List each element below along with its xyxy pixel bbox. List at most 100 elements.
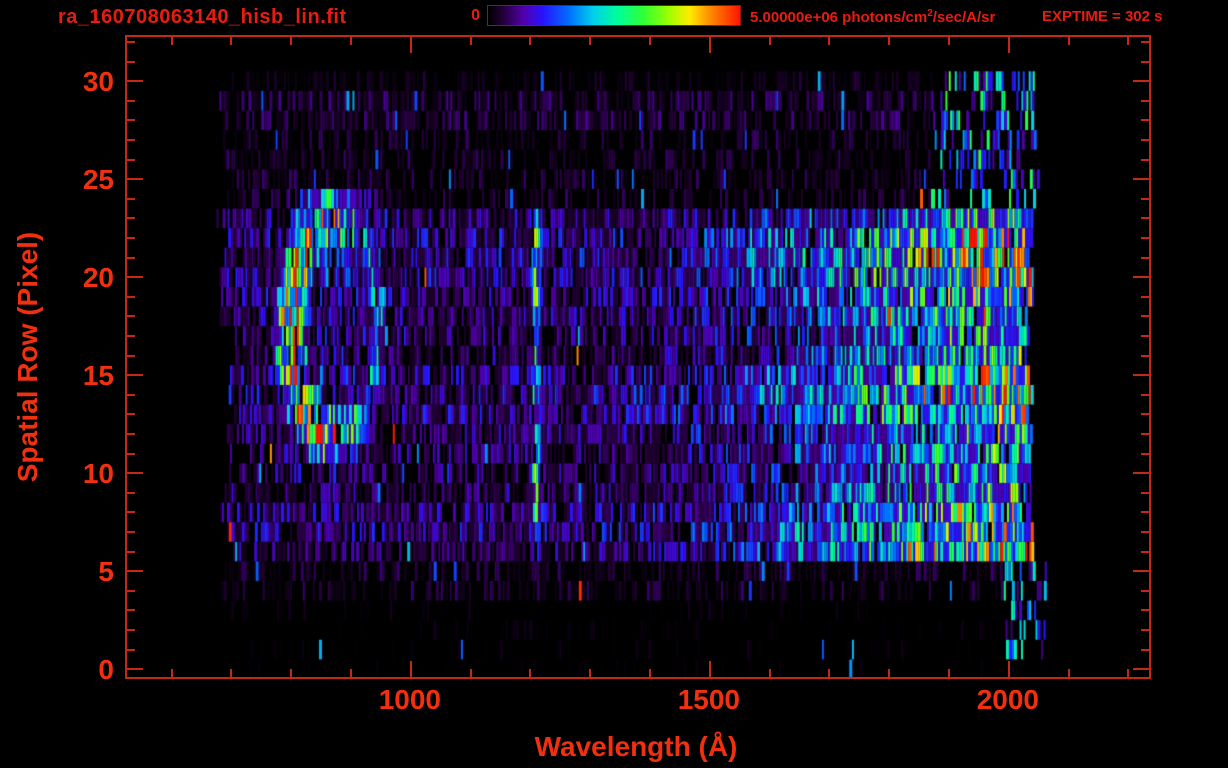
axis-tick bbox=[529, 669, 532, 677]
axis-tick bbox=[170, 669, 173, 677]
axis-tick bbox=[127, 432, 135, 435]
axis-tick bbox=[1141, 393, 1149, 396]
axis-tick bbox=[1141, 589, 1149, 592]
axis-tick bbox=[127, 648, 135, 651]
axis-tick bbox=[1141, 354, 1149, 357]
axis-tick bbox=[1133, 276, 1149, 279]
axis-tick bbox=[1141, 530, 1149, 533]
axis-tick bbox=[127, 197, 135, 200]
axis-tick bbox=[1007, 37, 1010, 53]
axis-tick bbox=[127, 628, 135, 631]
axis-tick bbox=[230, 37, 233, 45]
axis-tick bbox=[888, 669, 891, 677]
axis-tick bbox=[1141, 628, 1149, 631]
axis-tick bbox=[948, 669, 951, 677]
colorbar-max-label: 5.00000e+06 photons/cm2/sec/A/sr bbox=[750, 8, 995, 26]
colorbar-gradient bbox=[487, 5, 741, 26]
colorbar-min-label: 0 bbox=[471, 7, 480, 24]
axis-tick bbox=[290, 669, 293, 677]
axis-tick bbox=[350, 669, 353, 677]
axis-tick bbox=[708, 661, 711, 677]
y-tick-label: 25 bbox=[82, 164, 114, 196]
axis-tick bbox=[1141, 236, 1149, 239]
axis-tick bbox=[409, 37, 412, 53]
axis-tick bbox=[948, 37, 951, 45]
axis-tick bbox=[1141, 138, 1149, 141]
axis-tick bbox=[127, 80, 143, 83]
axis-tick bbox=[469, 37, 472, 45]
x-tick-label: 2000 bbox=[976, 684, 1039, 715]
axis-tick bbox=[1141, 99, 1149, 102]
exptime-label: EXPTIME = 302 s bbox=[1042, 8, 1163, 25]
axis-tick bbox=[1141, 334, 1149, 337]
axis-tick bbox=[127, 315, 135, 318]
file-title: ra_160708063140_hisb_lin.fit bbox=[58, 6, 347, 28]
axis-tick bbox=[589, 669, 592, 677]
axis-tick bbox=[1133, 80, 1149, 83]
axis-tick bbox=[1141, 648, 1149, 651]
axis-tick bbox=[1141, 197, 1149, 200]
axis-tick bbox=[127, 452, 135, 455]
axis-tick bbox=[1141, 40, 1149, 43]
plot-window: ra_160708063140_hisb_lin.fit 0 5.00000e+… bbox=[0, 0, 1228, 768]
axis-tick bbox=[1141, 609, 1149, 612]
spectral-image bbox=[127, 37, 1149, 677]
axis-tick bbox=[1133, 472, 1149, 475]
axis-tick bbox=[409, 661, 412, 677]
axis-tick bbox=[127, 276, 143, 279]
axis-tick bbox=[127, 178, 143, 181]
axis-tick bbox=[350, 37, 353, 45]
axis-tick bbox=[127, 138, 135, 141]
axis-tick bbox=[1133, 374, 1149, 377]
axis-tick bbox=[127, 354, 135, 357]
y-tick-label: 5 bbox=[98, 556, 114, 588]
axis-tick bbox=[1133, 570, 1149, 573]
axis-tick bbox=[649, 37, 652, 45]
axis-tick bbox=[127, 530, 135, 533]
axis-tick bbox=[127, 589, 135, 592]
axis-tick bbox=[1141, 452, 1149, 455]
axis-tick bbox=[589, 37, 592, 45]
y-tick-label: 15 bbox=[82, 360, 114, 392]
axis-tick bbox=[127, 609, 135, 612]
y-axis-title: Spatial Row (Pixel) bbox=[12, 231, 43, 483]
axis-tick bbox=[127, 334, 135, 337]
axis-tick bbox=[127, 40, 135, 43]
axis-tick bbox=[230, 669, 233, 677]
axis-tick bbox=[127, 413, 135, 416]
axis-tick bbox=[768, 669, 771, 677]
axis-tick bbox=[529, 37, 532, 45]
axis-tick bbox=[127, 236, 135, 239]
y-tick-label: 0 bbox=[98, 654, 114, 686]
axis-tick bbox=[1133, 178, 1149, 181]
axis-tick bbox=[290, 37, 293, 45]
plot-frame bbox=[125, 35, 1151, 679]
x-axis-title: Wavelength (Å) bbox=[534, 731, 738, 762]
axis-tick bbox=[1067, 37, 1070, 45]
colorbar-max-suffix: /sec/A/sr bbox=[932, 9, 996, 26]
axis-tick bbox=[127, 158, 135, 161]
axis-tick bbox=[1127, 669, 1130, 677]
axis-tick bbox=[708, 37, 711, 53]
axis-tick bbox=[170, 37, 173, 45]
x-tick-label: 1500 bbox=[677, 684, 740, 715]
y-tick-label: 20 bbox=[82, 262, 114, 294]
axis-tick bbox=[1141, 511, 1149, 514]
axis-tick bbox=[127, 295, 135, 298]
axis-tick bbox=[1141, 119, 1149, 122]
axis-tick bbox=[1141, 217, 1149, 220]
axis-tick bbox=[768, 37, 771, 45]
axis-tick bbox=[1007, 661, 1010, 677]
axis-tick bbox=[828, 37, 831, 45]
axis-tick bbox=[127, 550, 135, 553]
axis-tick bbox=[127, 472, 143, 475]
axis-tick bbox=[469, 669, 472, 677]
axis-tick bbox=[127, 374, 143, 377]
axis-tick bbox=[1141, 295, 1149, 298]
axis-tick bbox=[127, 491, 135, 494]
axis-tick bbox=[127, 256, 135, 259]
axis-tick bbox=[127, 217, 135, 220]
axis-tick bbox=[127, 668, 143, 671]
axis-tick bbox=[649, 669, 652, 677]
axis-tick bbox=[1127, 37, 1130, 45]
